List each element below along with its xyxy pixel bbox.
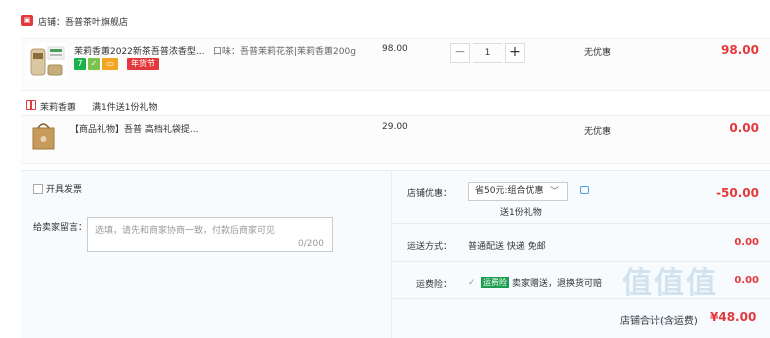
note-char-counter: 0/200 bbox=[298, 239, 324, 249]
insurance-text: 卖家赠送，退换货可赔 bbox=[512, 279, 603, 289]
shipping-total: 0.00 bbox=[734, 237, 759, 248]
gift-bag-thumbnail[interactable] bbox=[30, 120, 57, 150]
shipping-method: 普通配送 快递 免邮 bbox=[468, 242, 546, 252]
product-thumbnail[interactable] bbox=[27, 43, 67, 79]
qty-minus-button[interactable]: − bbox=[450, 43, 470, 63]
item-total: 0.00 bbox=[729, 121, 759, 135]
shop-icon: ▣ bbox=[21, 15, 33, 26]
shop-discount-total: -50.00 bbox=[716, 186, 759, 200]
service-badge-icon: ✓ bbox=[88, 58, 100, 70]
insurance-label: 运费险： bbox=[415, 280, 452, 290]
card-badge-icon: ▭ bbox=[102, 58, 118, 70]
invoice-label: 开具发票 bbox=[46, 185, 83, 195]
gift-promo-name: 茉莉香蕙 bbox=[40, 103, 77, 113]
gift-note: 送1份礼物 bbox=[500, 208, 542, 218]
item-discount: 无优惠 bbox=[584, 127, 612, 137]
insurance-check-icon[interactable]: ✓ bbox=[468, 278, 478, 288]
item-discount: 无优惠 bbox=[584, 48, 612, 58]
watermark-logo: 值值值 bbox=[622, 266, 718, 301]
gift-promo-rule: 满1件送1份礼物 bbox=[92, 103, 158, 113]
gift-promo: 茉莉香蕙 满1件送1份礼物 bbox=[26, 100, 157, 113]
note-placeholder: 选填，请先和商家协商一致，付款后商家可见 bbox=[95, 226, 276, 236]
chevron-down-icon[interactable]: ﹀ bbox=[550, 184, 559, 197]
product-title[interactable]: 【商品礼物】吾普 高档礼袋提... bbox=[70, 122, 210, 135]
product-badges: 7 ✓ ▭ 年货节 bbox=[74, 58, 159, 70]
shipping-label: 运送方式： bbox=[406, 242, 452, 252]
qty-input[interactable]: 1 bbox=[473, 43, 502, 63]
seven-day-return-badge: 7 bbox=[74, 58, 86, 70]
divider bbox=[391, 223, 770, 224]
shop-name[interactable]: 店铺：吾普茶叶旗舰店 bbox=[38, 15, 128, 28]
gift-icon bbox=[26, 100, 36, 110]
chat-icon[interactable] bbox=[580, 186, 589, 194]
watermark-text: zhizhi.com bbox=[620, 313, 679, 326]
festival-badge: 年货节 bbox=[127, 58, 159, 70]
note-label: 给卖家留言： bbox=[33, 223, 88, 233]
invoice-checkbox[interactable] bbox=[33, 183, 43, 194]
unit-price: 29.00 bbox=[382, 122, 408, 132]
qty-plus-button[interactable]: + bbox=[505, 43, 525, 63]
product-spec: 口味：吾普茉莉花茶|茉莉香蕙200g bbox=[213, 47, 356, 57]
store-total-value: ¥48.00 bbox=[710, 310, 757, 324]
insurance-tag: 运费险 bbox=[481, 277, 509, 288]
quantity-stepper: − 1 + bbox=[450, 43, 525, 63]
insurance-option: ✓ 运费险 卖家赠送，退换货可赔 bbox=[468, 276, 602, 289]
item-total: 98.00 bbox=[721, 43, 759, 57]
product-title[interactable]: 茉莉香蕙2022新茶吾普浓香型... bbox=[74, 44, 209, 57]
unit-price: 98.00 bbox=[382, 44, 408, 54]
invoice-option[interactable]: 开具发票 bbox=[33, 182, 82, 195]
shop-discount-label: 店铺优惠： bbox=[406, 189, 452, 199]
